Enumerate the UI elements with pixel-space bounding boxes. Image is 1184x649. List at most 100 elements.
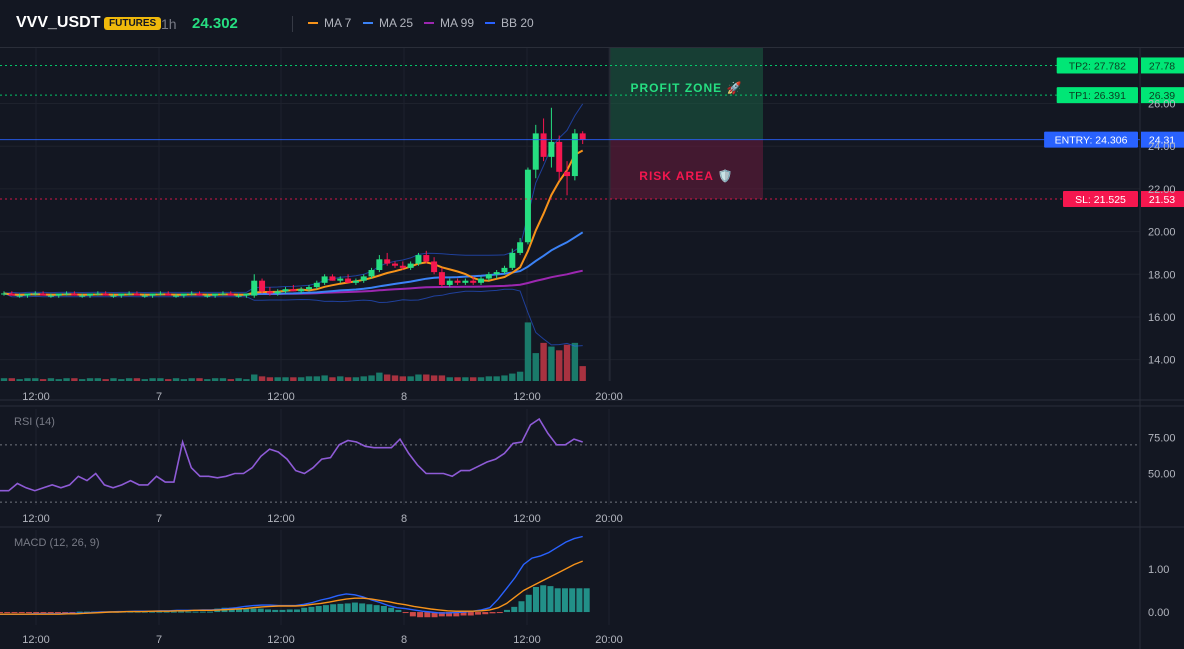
macd-hist-54 xyxy=(388,607,395,613)
volume-bar-19 xyxy=(149,378,156,381)
time-label-2-0: 12:00 xyxy=(22,634,50,646)
rsi-tick-0: 75.00 xyxy=(1148,433,1176,445)
time-label-1-3: 8 xyxy=(401,513,407,525)
volume-bar-67 xyxy=(524,322,532,381)
candle-body-34 xyxy=(266,291,273,294)
macd-hist-79 xyxy=(569,588,576,613)
legend-swatch-ma25 xyxy=(363,22,373,24)
volume-bar-55 xyxy=(430,375,438,381)
volume-bar-0 xyxy=(0,378,8,381)
candle-body-48 xyxy=(376,259,383,270)
volume-bar-3 xyxy=(24,378,31,381)
legend-ma7[interactable]: MA 7 xyxy=(308,16,351,30)
volume-bar-59 xyxy=(462,377,469,381)
volume-bar-72 xyxy=(563,344,571,381)
macd-hist-43 xyxy=(308,606,315,613)
volume-bar-64 xyxy=(501,375,508,381)
volume-bar-56 xyxy=(438,375,446,381)
candle-body-5 xyxy=(40,293,47,296)
candle-body-20 xyxy=(157,293,164,295)
axis-tag-label-0: 27.78 xyxy=(1149,60,1175,72)
candle-body-16 xyxy=(126,293,133,295)
grid-lines xyxy=(0,48,1184,649)
macd-hist-76 xyxy=(547,586,554,613)
candle-body-63 xyxy=(493,272,500,275)
macd-hist-37 xyxy=(264,609,271,613)
chart-header: VVV_USDT FUTURES 1h 24.302 MA 7 MA 25 MA… xyxy=(0,0,1184,48)
chart-canvas[interactable]: PROFIT ZONE 🚀 RISK AREA 🛡️ TP2: 27.782 27.… xyxy=(0,48,1184,649)
volume-bar-41 xyxy=(321,375,328,381)
macd-hist-57 xyxy=(409,612,416,617)
rsi-tick-1: 50.00 xyxy=(1148,468,1176,480)
candle-body-11 xyxy=(87,293,94,296)
macd-hist-65 xyxy=(467,612,474,616)
macd-hist-71 xyxy=(511,606,518,613)
macd-hist-68 xyxy=(489,612,496,614)
volume-bar-27 xyxy=(211,378,219,381)
candle-body-74 xyxy=(579,133,586,140)
macd-hist-48 xyxy=(344,603,351,613)
macd-hist-3 xyxy=(18,612,25,614)
last-price: 24.302 xyxy=(192,15,238,32)
macd-hist-47 xyxy=(337,603,344,613)
time-label-1-1: 7 xyxy=(156,513,162,525)
macd-hist-46 xyxy=(330,604,337,613)
time-label-1-4: 12:00 xyxy=(513,513,541,525)
candle-body-39 xyxy=(305,287,312,290)
bb-lower-line xyxy=(3,288,583,347)
volume-bar-60 xyxy=(470,377,477,381)
candle-body-17 xyxy=(133,293,140,296)
volume-bar-69 xyxy=(540,342,547,381)
candle-body-1 xyxy=(8,293,15,296)
legend-swatch-bb20 xyxy=(485,22,495,24)
macd-hist-35 xyxy=(250,608,257,613)
time-label-2-1: 7 xyxy=(156,634,162,646)
macd-hist-67 xyxy=(482,612,489,615)
macd-hist-27 xyxy=(192,611,199,613)
candle-body-0 xyxy=(1,293,7,295)
volume-bar-40 xyxy=(313,376,320,381)
volume-bar-53 xyxy=(415,374,422,381)
candle-body-42 xyxy=(329,276,336,281)
volume-bar-20 xyxy=(157,378,164,381)
candle-body-62 xyxy=(485,274,492,279)
candle-body-15 xyxy=(118,293,125,296)
candle-body-26 xyxy=(204,295,211,297)
candle-body-35 xyxy=(274,291,281,294)
signal-line xyxy=(0,560,583,615)
time-label-1-5: 20:00 xyxy=(595,513,623,525)
volume-bar-63 xyxy=(493,376,500,381)
candle-body-67 xyxy=(524,169,531,243)
price-tick-0: 14.00 xyxy=(1148,355,1176,367)
volume-bar-4 xyxy=(32,378,39,381)
macd-hist-0 xyxy=(0,612,3,614)
candle-body-72 xyxy=(564,171,571,177)
volume-bar-39 xyxy=(305,376,313,381)
macd-hist-38 xyxy=(272,609,279,613)
macd-hist-81 xyxy=(583,588,590,613)
legend-ma99[interactable]: MA 99 xyxy=(424,16,474,30)
risk-zone-label: RISK AREA 🛡️ xyxy=(639,169,733,183)
macd-hist-45 xyxy=(322,605,329,613)
volume-bar-42 xyxy=(329,377,336,381)
volume-bar-10 xyxy=(79,379,86,381)
time-label-0-0: 12:00 xyxy=(22,391,50,403)
volume-bar-51 xyxy=(399,376,407,381)
timeframe-selector[interactable]: 1h xyxy=(161,16,177,32)
level-tag-label-0: TP2: 27.782 xyxy=(1069,60,1126,72)
candle-body-55 xyxy=(431,261,438,273)
volume-bar-61 xyxy=(477,377,485,381)
macd-hist-42 xyxy=(301,607,308,613)
symbol-name[interactable]: VVV_USDT xyxy=(16,14,100,32)
volume-bar-45 xyxy=(352,377,360,381)
legend-bb20[interactable]: BB 20 xyxy=(485,16,534,30)
time-label-0-5: 20:00 xyxy=(595,391,623,403)
volume-bar-47 xyxy=(368,375,375,381)
volume-bar-12 xyxy=(94,378,102,381)
time-label-2-4: 12:00 xyxy=(513,634,541,646)
candle-body-46 xyxy=(360,276,367,281)
legend-ma25[interactable]: MA 25 xyxy=(363,16,413,30)
candle-body-41 xyxy=(321,276,328,283)
candle-body-19 xyxy=(149,293,156,296)
volume-bar-7 xyxy=(55,379,62,381)
